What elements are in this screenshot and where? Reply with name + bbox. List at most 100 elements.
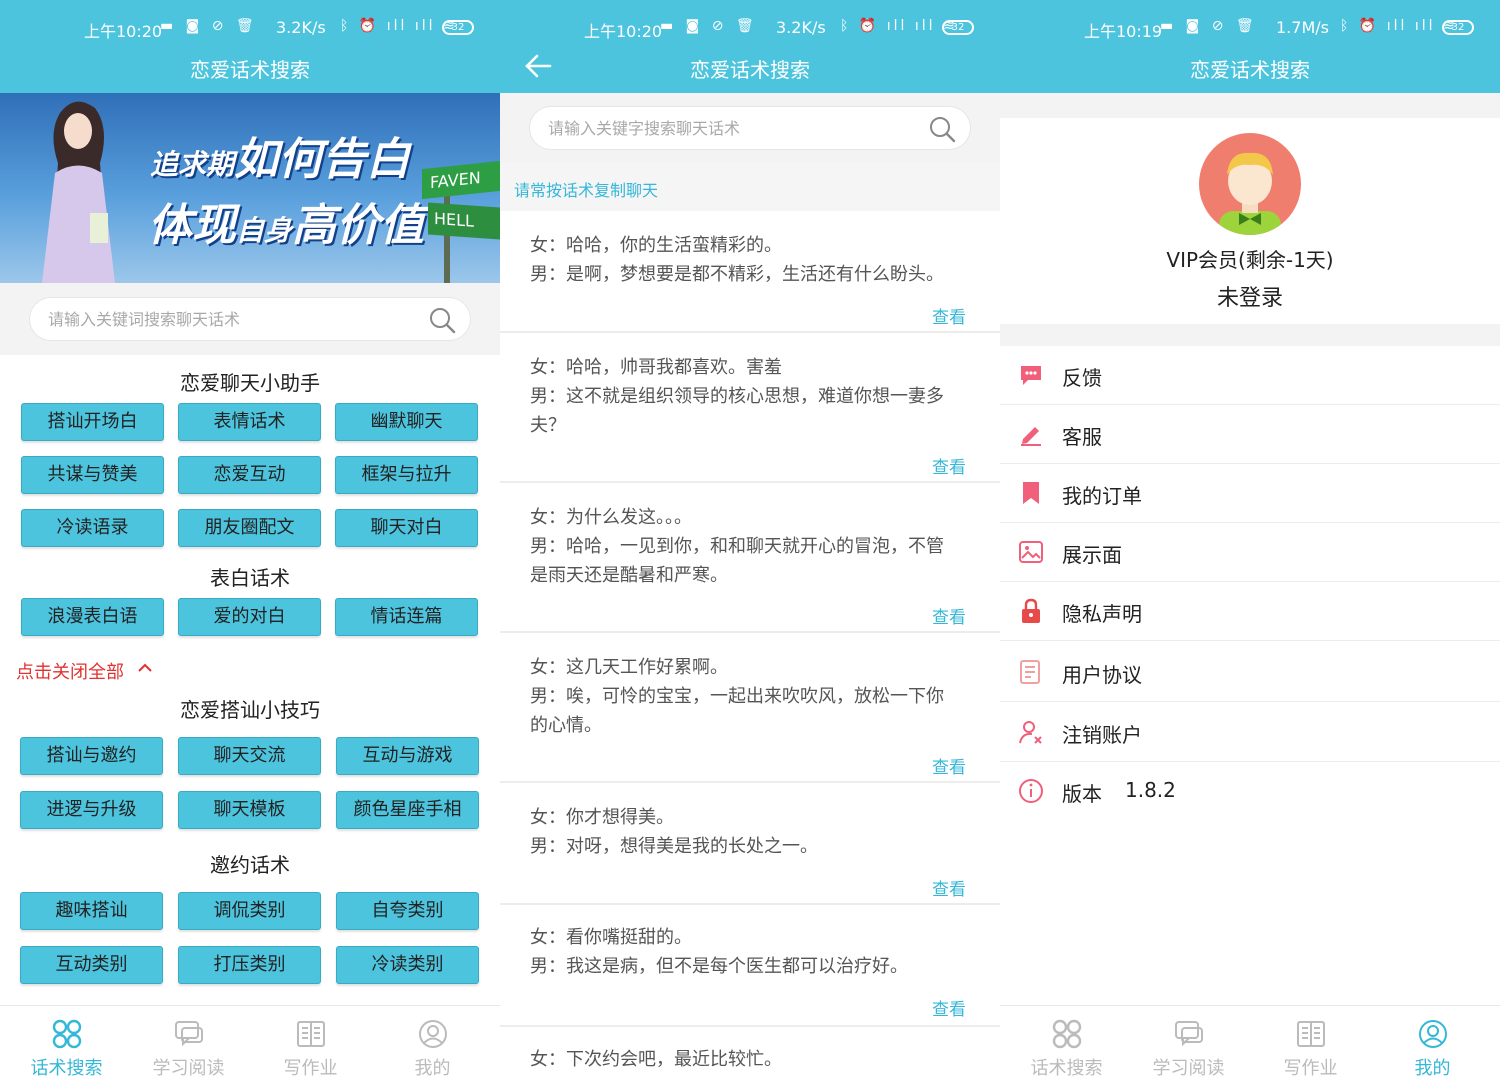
category-button[interactable]: 冷读类别 (336, 946, 479, 984)
signal-icons: ᛒ ⏰ ıll ıll ≋ (340, 18, 458, 34)
section-title-tips: 恋爱搭讪小技巧 (180, 698, 320, 722)
dialog-card[interactable]: 女：你才想得美。 男：对呀，想得美是我的长处之一。 查看 (500, 783, 1000, 905)
nav-label: 话术搜索 (30, 1058, 103, 1079)
category-button[interactable]: 恋爱互动 (178, 456, 321, 494)
menu-label: 我的订单 (1062, 484, 1142, 508)
status-time: 上午10:19 (1084, 22, 1163, 41)
category-button[interactable]: 框架与拉升 (335, 456, 478, 494)
dialog-line: 女：哈哈，帅哥我都喜欢。害羞 (530, 357, 782, 378)
category-button[interactable]: 调侃类别 (178, 892, 321, 930)
view-link[interactable]: 查看 (932, 603, 966, 628)
menu-item-service[interactable]: 客服 (1000, 405, 1500, 464)
view-link[interactable]: 查看 (932, 303, 966, 328)
search-box[interactable] (29, 297, 471, 341)
menu-item-feedback[interactable]: 反馈 (1000, 346, 1500, 405)
menu-item-agreement[interactable]: 用户协议 (1000, 643, 1500, 702)
image-icon (1019, 541, 1043, 563)
menu-label: 隐私声明 (1062, 602, 1142, 626)
category-button[interactable]: 朋友圈配文 (178, 509, 321, 547)
category-button[interactable]: 共谋与赞美 (21, 456, 164, 494)
menu-label: 展示面 (1062, 543, 1122, 567)
dialog-card[interactable]: 女：哈哈，帅哥我都喜欢。害羞 男：这不就是组织领导的核心思想，难道你想一妻多 夫… (500, 333, 1000, 483)
search-icon[interactable] (928, 115, 956, 143)
search-input[interactable] (548, 107, 908, 149)
app-header: 上午10:19 ▬ ◙ ⊘ 🗑 1.7M/s ᛒ ⏰ ıll ıll ≋ 32 … (1000, 0, 1500, 93)
category-button[interactable]: 聊天对白 (335, 509, 478, 547)
dialog-line: 男：对呀，想得美是我的长处之一。 (530, 836, 818, 857)
nav-item-homework[interactable]: 写作业 (1248, 1006, 1373, 1083)
dialog-line: 女：哈哈，你的生活蛮精彩的。 (530, 235, 782, 256)
bottom-nav: 话术搜索 学习阅读 写作业 我的 (0, 1005, 500, 1083)
nav-item-search[interactable]: 话术搜索 (4, 1006, 129, 1083)
category-button[interactable]: 颜色星座手相 (336, 791, 479, 829)
nav-item-mine[interactable]: 我的 (1370, 1006, 1495, 1083)
view-link[interactable]: 查看 (932, 453, 966, 478)
category-button[interactable]: 浪漫表白语 (21, 598, 164, 636)
dialog-card[interactable]: 女：看你嘴挺甜的。 男：我这是病，但不是每个医生都可以治疗好。 查看 (500, 905, 1000, 1027)
category-button[interactable]: 搭讪开场白 (21, 403, 164, 441)
dialog-card[interactable]: 女：为什么发这。。。 男：哈哈，一见到你，和和聊天就开心的冒泡，不管 是雨天还是… (500, 483, 1000, 633)
menu-item-orders[interactable]: 我的订单 (1000, 464, 1500, 523)
section-title-assistant: 恋爱聊天小助手 (180, 371, 320, 395)
app-header: 上午10:20 ▬ ◙ ⊘ 🗑 3.2K/s ᛒ ⏰ ıll ıll ≋ 32 … (0, 0, 500, 93)
status-bar: 上午10:20 ▬ ◙ ⊘ 🗑 3.2K/s ᛒ ⏰ ıll ıll ≋ 32 (0, 14, 500, 44)
menu-label: 反馈 (1062, 366, 1102, 390)
view-link[interactable]: 查看 (932, 995, 966, 1020)
search-input[interactable] (48, 298, 408, 340)
dialog-line: 男：我这是病，但不是每个医生都可以治疗好。 (530, 956, 908, 977)
chevron-up-icon[interactable] (137, 660, 153, 676)
category-button[interactable]: 表情话术 (178, 403, 321, 441)
status-bar: 上午10:19 ▬ ◙ ⊘ 🗑 1.7M/s ᛒ ⏰ ıll ıll ≋ 32 (1000, 14, 1500, 44)
nav-item-reading[interactable]: 学习阅读 (126, 1006, 251, 1083)
section-title-invite: 邀约话术 (210, 853, 290, 877)
nav-item-reading[interactable]: 学习阅读 (1126, 1006, 1251, 1083)
category-button[interactable]: 自夸类别 (336, 892, 479, 930)
dialog-card[interactable]: 女：这几天工作好累啊。 男：唉，可怜的宝宝，一起出来吹吹风，放松一下你 的心情。… (500, 633, 1000, 783)
search-box[interactable] (529, 106, 971, 150)
sign-bottom: HELL (428, 202, 500, 240)
menu-item-deregister[interactable]: 注销账户 (1000, 703, 1500, 762)
category-button[interactable]: 打压类别 (178, 946, 321, 984)
nav-item-mine[interactable]: 我的 (370, 1006, 495, 1083)
view-link[interactable]: 查看 (932, 753, 966, 778)
menu-item-showcase[interactable]: 展示面 (1000, 523, 1500, 582)
banner-line-1: 追求期如何告白 (150, 134, 411, 185)
search-icon[interactable] (428, 306, 456, 334)
book-icon (297, 1021, 325, 1047)
dialog-card[interactable]: 女：哈哈，你的生活蛮精彩的。 男：是啊，梦想要是都不精彩，生活还有什么盼头。 查… (500, 211, 1000, 333)
sign-top: FAVEN (422, 160, 500, 200)
app-header: 上午10:20 ▬ ◙ ⊘ 🗑 3.2K/s ᛒ ⏰ ıll ıll ≋ 32 … (500, 0, 1000, 93)
category-button[interactable]: 幽默聊天 (335, 403, 478, 441)
category-button[interactable]: 情话连篇 (335, 598, 478, 636)
nav-item-search[interactable]: 话术搜索 (1004, 1006, 1129, 1083)
notification-icons: ▬ ◙ ⊘ 🗑 (660, 18, 758, 34)
category-button[interactable]: 互动类别 (20, 946, 163, 984)
nav-item-homework[interactable]: 写作业 (248, 1006, 373, 1083)
page-title: 恋爱话术搜索 (190, 58, 310, 82)
category-button[interactable]: 聊天模板 (178, 791, 321, 829)
page-title: 恋爱话术搜索 (1190, 58, 1310, 82)
page-title: 恋爱话术搜索 (690, 58, 810, 82)
login-status[interactable]: 未登录 (1000, 280, 1500, 312)
avatar-boy-icon (1219, 152, 1281, 235)
profile-screen: 上午10:19 ▬ ◙ ⊘ 🗑 1.7M/s ᛒ ⏰ ıll ıll ≋ 32 … (1000, 0, 1500, 1083)
category-button[interactable]: 爱的对白 (178, 598, 321, 636)
category-button[interactable]: 进逻与升级 (20, 791, 163, 829)
promo-banner[interactable]: 追求期如何告白 体现自身高价值 FAVEN HELL (0, 93, 500, 283)
view-link[interactable]: 查看 (932, 875, 966, 900)
dialog-card[interactable]: 女：下次约会吧，最近比较忙。 (500, 1027, 1000, 1083)
category-button[interactable]: 聊天交流 (178, 737, 321, 775)
category-button[interactable]: 冷读语录 (21, 509, 164, 547)
bookmark-icon (1023, 482, 1039, 504)
menu-item-privacy[interactable]: 隐私声明 (1000, 582, 1500, 641)
menu-item-version[interactable]: 版本 1.8.2 (1000, 762, 1500, 821)
nav-label: 学习阅读 (152, 1058, 225, 1079)
category-button[interactable]: 搭讪与邀约 (20, 737, 163, 775)
collapse-all-link[interactable]: 点击关闭全部 (16, 658, 124, 684)
copy-hint: 请常按话术复制聊天 (514, 181, 659, 200)
network-speed: 3.2K/s (776, 18, 826, 37)
chat-icon (1175, 1021, 1203, 1047)
category-button[interactable]: 趣味搭讪 (20, 892, 163, 930)
avatar[interactable] (1199, 133, 1301, 235)
category-button[interactable]: 互动与游戏 (336, 737, 479, 775)
